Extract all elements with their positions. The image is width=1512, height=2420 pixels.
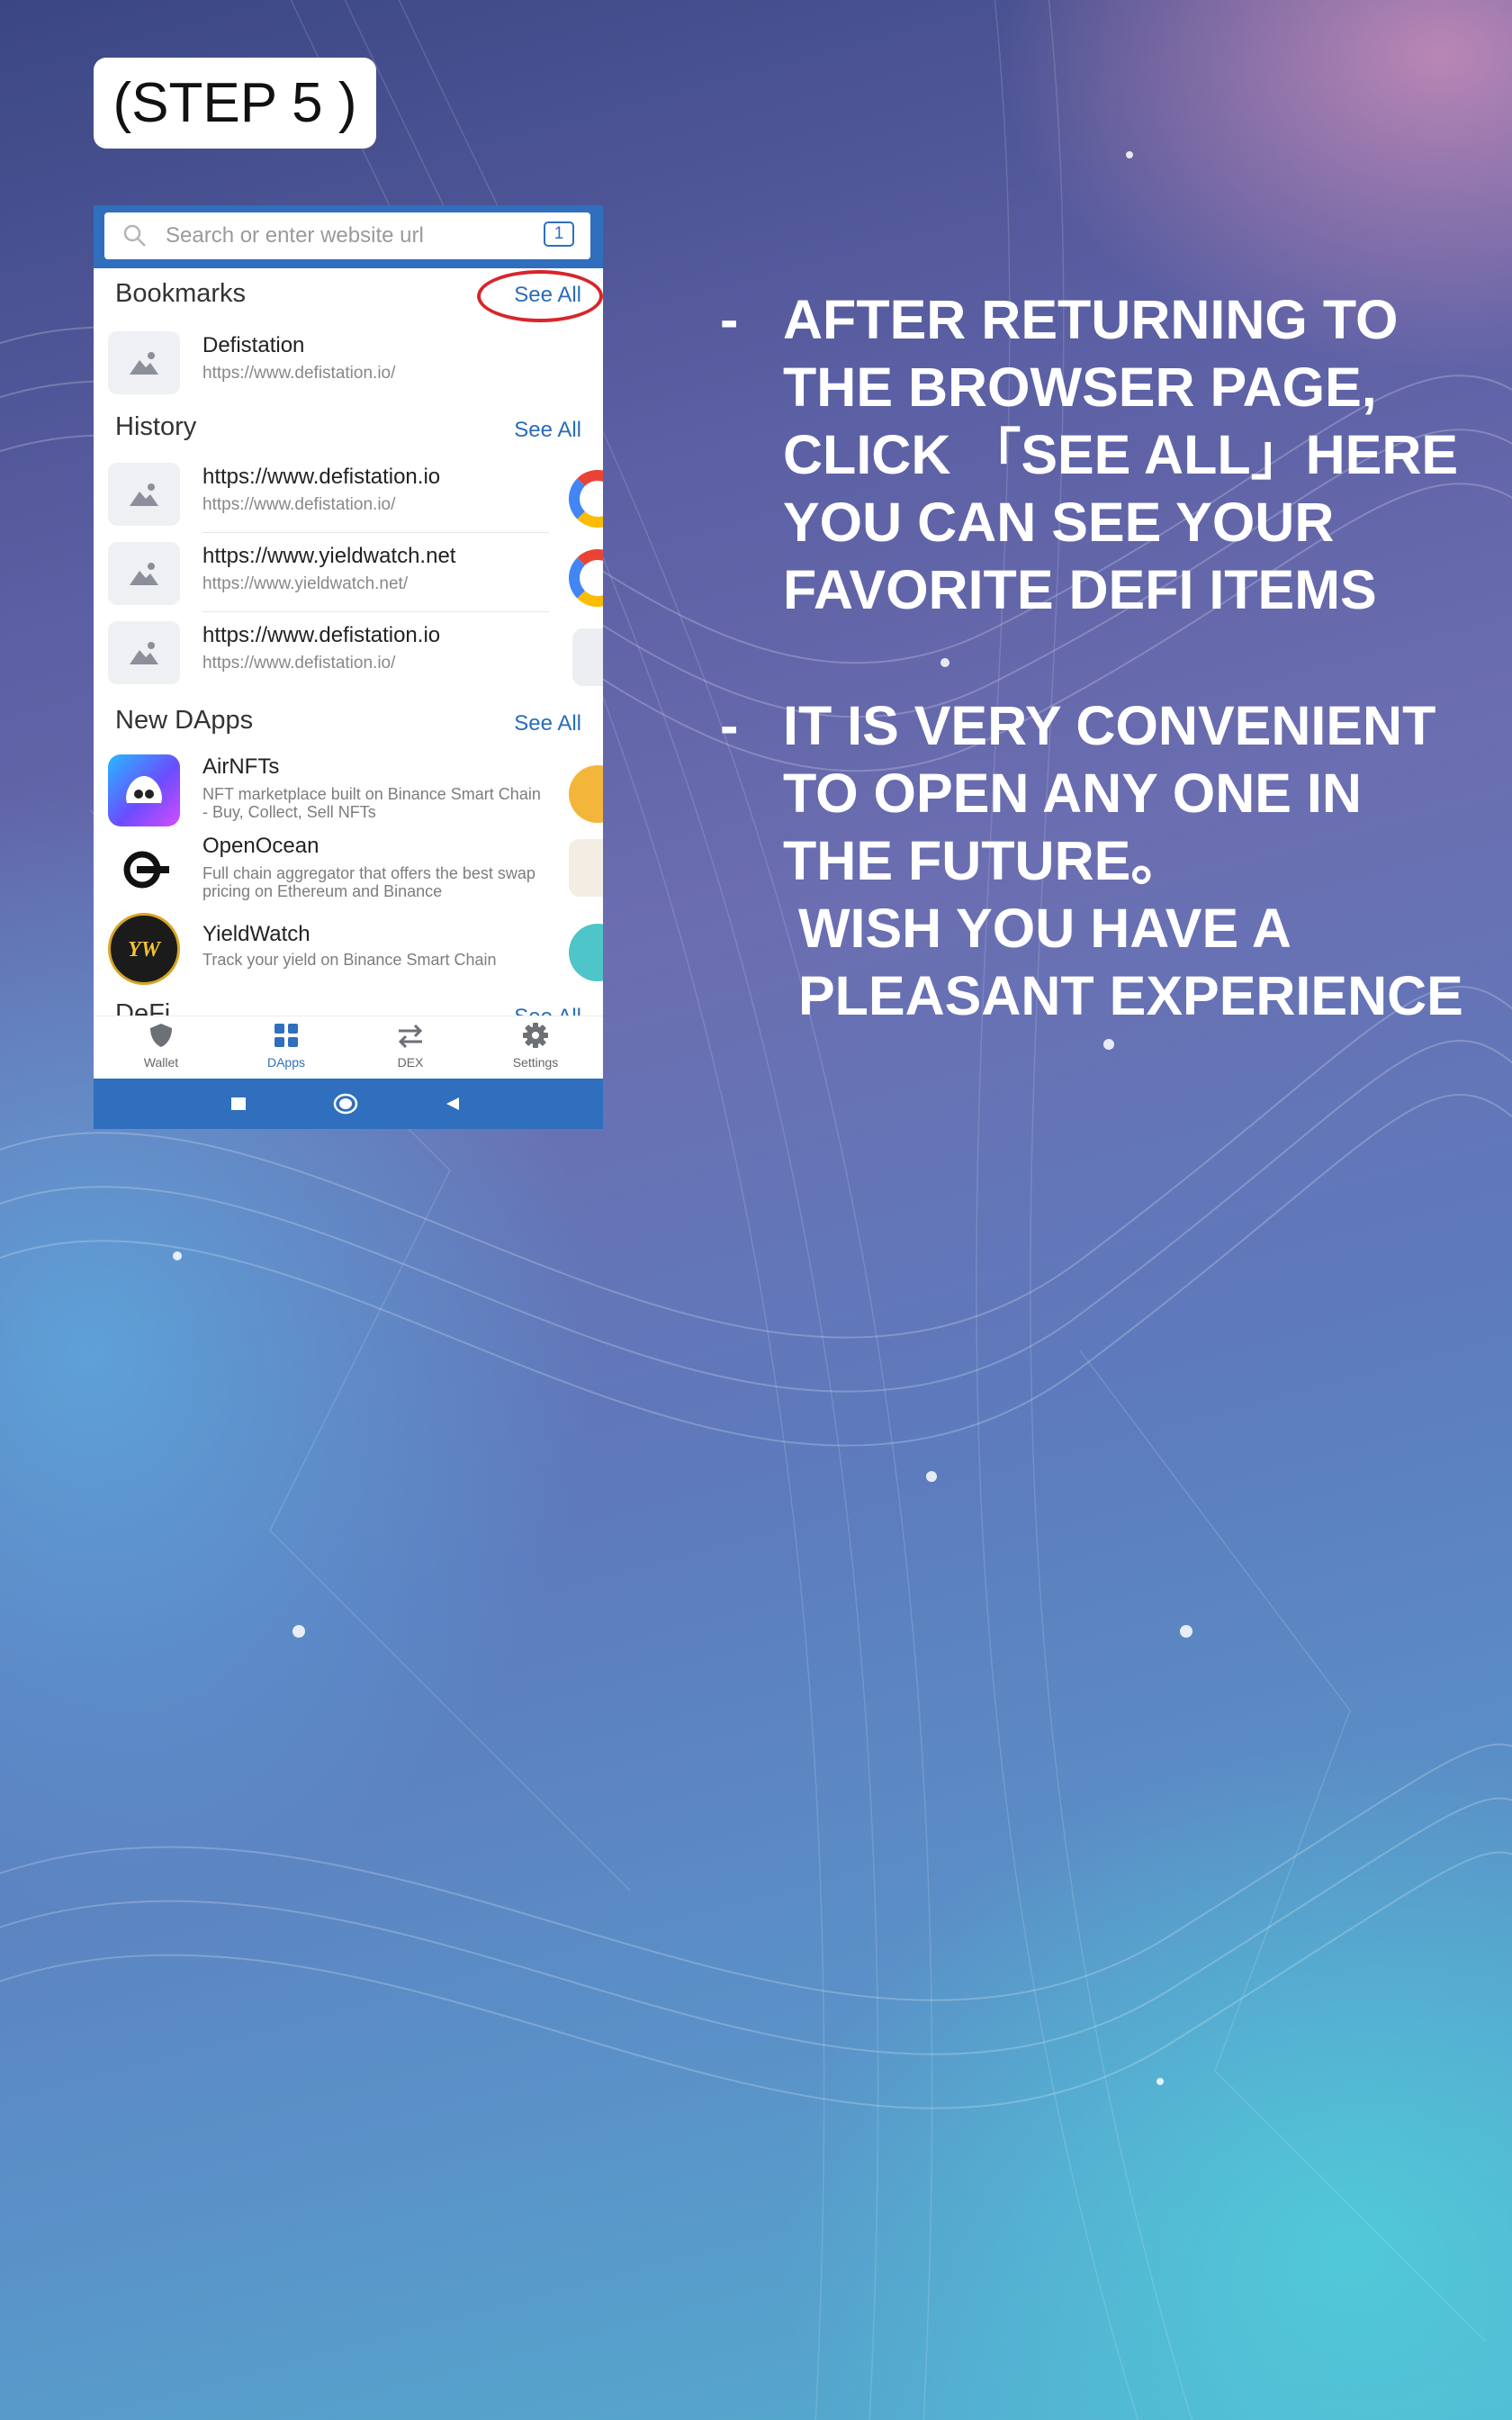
grid-icon (274, 1024, 298, 1047)
bookmarks-title: Bookmarks (115, 279, 247, 308)
dapp-item[interactable]: OpenOcean Full chain aggregator that off… (94, 834, 603, 909)
token-logo-icon (569, 924, 603, 981)
nav-label: Wallet (143, 1055, 179, 1070)
instruction-line: FAVORITE DEFI ITEMS (783, 559, 1377, 620)
bookmark-item[interactable]: Defistation https://www.defistation.io/ (94, 328, 603, 403)
new-dapps-see-all-link[interactable]: See All (514, 711, 581, 736)
bullet: - (720, 695, 739, 756)
image-placeholder-icon (572, 628, 603, 686)
history-title: History (115, 412, 197, 441)
history-url: https://www.defistation.io/ (202, 495, 396, 514)
nav-label: DApps (266, 1055, 306, 1070)
instruction-line: CLICK 「SEE ALL」HERE (783, 424, 1459, 485)
nav-label: Settings (512, 1055, 559, 1070)
dapp-description: NFT marketplace built on Binance Smart C… (202, 785, 541, 821)
android-system-bar (94, 1079, 603, 1129)
search-input[interactable]: Search or enter website url 1 (104, 212, 590, 259)
yieldwatch-logo-icon: YW (108, 913, 180, 985)
instruction-line: TO OPEN ANY ONE IN (783, 763, 1362, 824)
instruction-line: YOU CAN SEE YOUR (783, 492, 1335, 553)
history-item[interactable]: https://www.yieldwatch.net https://www.y… (94, 538, 603, 614)
instruction-block-1: - AFTER RETURNING TO THE BROWSER PAGE, C… (720, 286, 1494, 624)
nav-settings[interactable]: Settings (482, 1022, 590, 1070)
image-placeholder-icon (108, 542, 180, 605)
dapp-name: YieldWatch (202, 922, 310, 946)
instruction-line: AFTER RETURNING TO (783, 289, 1399, 350)
phone-screenshot: Search or enter website url 1 Bookmarks … (94, 205, 603, 1129)
search-placeholder: Search or enter website url (166, 223, 424, 248)
swap-arrows-icon (398, 1024, 423, 1049)
nav-wallet[interactable]: Wallet (107, 1022, 215, 1070)
see-all-highlight-circle (477, 270, 603, 322)
history-item[interactable]: https://www.defistation.io https://www.d… (94, 459, 603, 535)
dapp-item[interactable]: YW YieldWatch Track your yield on Binanc… (94, 913, 603, 989)
image-placeholder-icon (108, 463, 180, 526)
history-item[interactable]: https://www.defistation.io https://www.d… (94, 618, 603, 693)
dapp-name: AirNFTs (202, 754, 280, 779)
history-title-text: https://www.defistation.io (202, 623, 441, 647)
bookmark-title: Defistation (202, 333, 305, 357)
bullet: - (720, 289, 739, 350)
instruction-line: THE BROWSER PAGE, (783, 357, 1377, 418)
instruction-line: THE FUTURE。 (783, 830, 1186, 891)
divider (202, 611, 549, 612)
history-title-text: https://www.defistation.io (202, 465, 441, 489)
token-logo-icon (569, 765, 603, 823)
instruction-block-2: - IT IS VERY CONVENIENT TO OPEN ANY ONE … (720, 692, 1494, 1030)
history-title-text: https://www.yieldwatch.net (202, 544, 456, 568)
instruction-line: WISH YOU HAVE A (783, 898, 1292, 959)
nav-label: DEX (397, 1055, 424, 1070)
dapp-item[interactable]: AirNFTs NFT marketplace built on Binance… (94, 754, 603, 830)
bookmark-url: https://www.defistation.io/ (202, 364, 396, 383)
dapp-description: Full chain aggregator that offers the be… (202, 864, 536, 900)
browser-top-bar: Search or enter website url 1 (94, 205, 603, 268)
nav-dapps[interactable]: DApps (232, 1022, 340, 1070)
dapp-name: OpenOcean (202, 834, 320, 858)
instructions: - AFTER RETURNING TO THE BROWSER PAGE, C… (720, 286, 1494, 1030)
token-logo-icon (569, 839, 603, 897)
shield-icon (150, 1024, 172, 1047)
recents-icon[interactable] (230, 1097, 247, 1111)
airnfts-logo-icon (108, 754, 180, 826)
google-logo-icon (569, 470, 603, 528)
image-placeholder-icon (108, 621, 180, 684)
tab-count-button[interactable]: 1 (544, 221, 574, 247)
instruction-line: IT IS VERY CONVENIENT (783, 695, 1436, 756)
history-url: https://www.defistation.io/ (202, 654, 396, 673)
instruction-line: PLEASANT EXPERIENCE (783, 965, 1463, 1026)
history-url: https://www.yieldwatch.net/ (202, 574, 409, 593)
bottom-navigation: Wallet DApps DEX Settings (94, 1016, 603, 1079)
google-logo-icon (569, 549, 603, 607)
gear-icon (523, 1023, 548, 1048)
divider (202, 532, 549, 533)
svg-text:YW: YW (128, 938, 162, 962)
back-icon[interactable] (445, 1097, 461, 1111)
image-placeholder-icon (108, 331, 180, 394)
dapp-description: Track your yield on Binance Smart Chain (202, 951, 497, 969)
new-dapps-title: New DApps (115, 706, 254, 735)
history-see-all-link[interactable]: See All (514, 418, 581, 443)
home-icon[interactable] (333, 1093, 358, 1115)
search-icon (123, 224, 146, 247)
step-label: (STEP 5 ) (94, 58, 376, 149)
nav-dex[interactable]: DEX (356, 1022, 464, 1070)
openocean-logo-icon (108, 834, 180, 906)
